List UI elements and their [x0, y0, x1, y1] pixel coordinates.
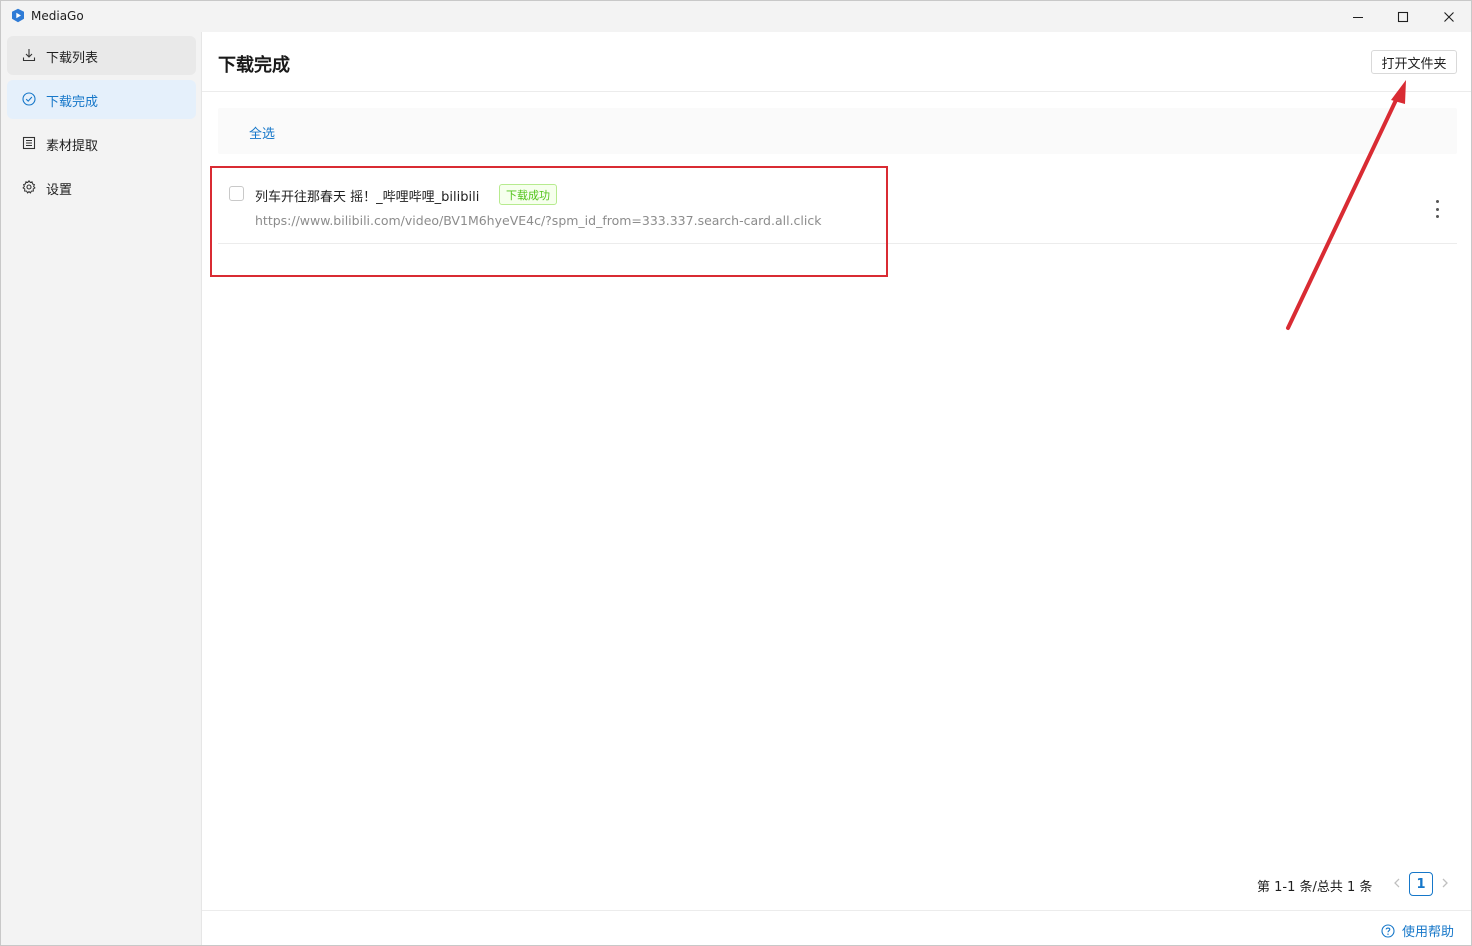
more-dot-icon	[1435, 207, 1439, 211]
header-divider	[202, 91, 1471, 92]
sidebar-item-download-list[interactable]: 下载列表	[7, 36, 196, 75]
sidebar-item-settings[interactable]: 设置	[7, 168, 196, 207]
gear-icon	[22, 180, 36, 194]
help-link[interactable]: 使用帮助	[1381, 921, 1454, 940]
pagination: 第 1-1 条/总共 1 条 1	[1257, 871, 1467, 897]
sidebar-item-label: 设置	[46, 183, 73, 198]
download-icon	[22, 49, 36, 62]
more-actions-button[interactable]	[1431, 200, 1443, 218]
close-icon	[1444, 11, 1454, 22]
question-circle-icon	[1381, 923, 1395, 938]
open-folder-button[interactable]: 打开文件夹	[1371, 50, 1457, 74]
footer-divider	[202, 910, 1471, 911]
item-title: 列车开往那春天 摇！_哔哩哔哩_bilibili	[255, 190, 480, 205]
sidebar-item-label: 素材提取	[46, 139, 99, 154]
app-window: MediaGo 下载列表 下载完成 素材提取 设置 下载完成 打开文件夹 全选 …	[0, 0, 1472, 946]
sidebar-item-label: 下载完成	[46, 95, 99, 110]
item-url: https://www.bilibili.com/video/BV1M6hyeV…	[255, 213, 822, 228]
check-circle-icon	[22, 92, 36, 106]
pagination-summary: 第 1-1 条/总共 1 条	[1257, 880, 1373, 895]
sidebar: 下载列表 下载完成 素材提取 设置	[1, 32, 202, 945]
chevron-right-icon[interactable]	[1439, 875, 1451, 891]
sidebar-item-download-complete[interactable]: 下载完成	[7, 80, 196, 119]
status-badge: 下载成功	[499, 184, 557, 205]
title-bar[interactable]: MediaGo	[1, 1, 1471, 32]
help-label: 使用帮助	[1402, 925, 1455, 940]
document-icon	[22, 136, 36, 150]
page-title: 下载完成	[218, 55, 290, 76]
chevron-left-icon[interactable]	[1391, 875, 1403, 891]
minimize-icon	[1353, 16, 1363, 18]
main-content: 下载完成 打开文件夹 全选 列车开往那春天 摇！_哔哩哔哩_bilibili 下…	[202, 32, 1471, 945]
sidebar-item-label: 下载列表	[46, 51, 99, 66]
maximize-icon	[1397, 11, 1409, 22]
row-checkbox[interactable]	[229, 186, 244, 201]
mediago-logo-icon	[12, 8, 24, 23]
sidebar-item-material-extract[interactable]: 素材提取	[7, 124, 196, 163]
minimize-button[interactable]	[1335, 1, 1381, 32]
maximize-button[interactable]	[1380, 1, 1426, 32]
select-all-button[interactable]: 全选	[249, 123, 275, 142]
more-dot-icon	[1435, 215, 1439, 218]
list-item[interactable]: 列车开往那春天 摇！_哔哩哔哩_bilibili 下载成功 https://ww…	[218, 174, 1457, 244]
app-title: MediaGo	[31, 9, 84, 23]
page-number-button[interactable]: 1	[1409, 872, 1433, 896]
close-button[interactable]	[1426, 1, 1472, 32]
list-toolbar: 全选	[218, 108, 1457, 154]
more-dot-icon	[1435, 200, 1439, 203]
